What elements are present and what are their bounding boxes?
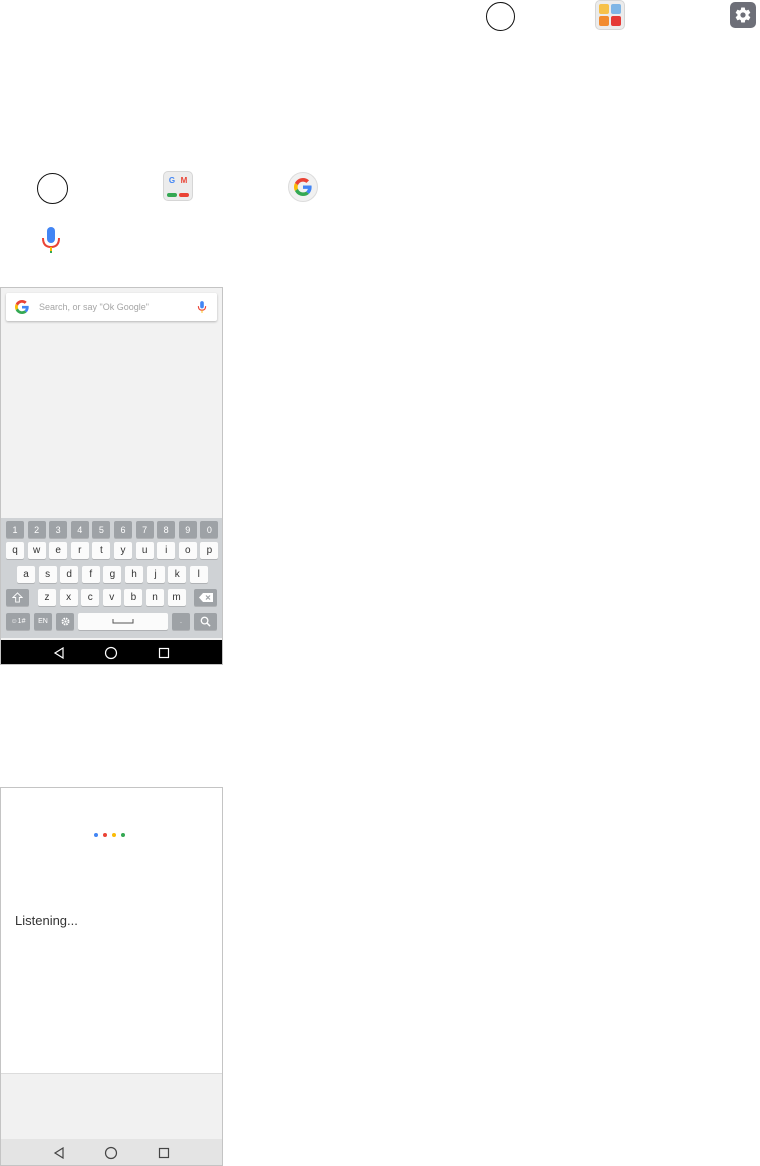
key[interactable]: u [135,542,154,559]
key[interactable]: l [189,566,208,583]
symbols-key[interactable]: ☺1# [6,613,30,630]
key[interactable]: w [27,542,46,559]
back-icon[interactable] [53,1147,65,1159]
microphone-icon[interactable] [197,300,207,314]
shift-icon [12,592,23,603]
keyboard-settings-key[interactable] [56,613,74,630]
key[interactable]: 4 [70,521,89,538]
google-apps-folder-icon[interactable]: G M [163,171,193,201]
period-key[interactable]: . [172,613,190,630]
key[interactable]: z [38,589,56,606]
letter-row-3: zxcvbnm [1,589,222,609]
back-icon[interactable] [53,647,65,659]
backspace-key[interactable] [194,589,217,606]
settings-gear-icon[interactable] [730,2,756,28]
key[interactable]: 0 [200,521,219,538]
google-logo-icon[interactable] [288,172,318,202]
key[interactable]: 5 [92,521,111,538]
key[interactable]: h [125,566,143,583]
space-key[interactable] [78,613,168,630]
navigation-bar [1,640,222,664]
phone-listening-screen: Listening... [0,787,223,1166]
key[interactable]: k [168,566,187,583]
language-key[interactable]: EN [34,613,52,630]
letter-row-2: asdfghjkl [1,566,222,586]
key[interactable]: v [102,589,121,606]
dot-green [121,833,125,837]
key[interactable]: 9 [178,521,197,538]
dot-red [103,833,107,837]
key[interactable]: g [103,566,122,583]
key[interactable]: y [114,542,132,559]
key[interactable]: a [17,566,35,583]
key[interactable]: p [200,542,219,559]
listening-status: Listening... [15,913,78,928]
dot-yellow [112,833,116,837]
key[interactable]: e [49,542,68,559]
key[interactable]: j [146,566,165,583]
recents-icon[interactable] [158,647,170,659]
key[interactable]: 2 [27,521,46,538]
key[interactable]: i [157,542,176,559]
number-row: 1234567890 [1,521,222,541]
key[interactable]: f [81,566,100,583]
key[interactable]: t [92,542,111,559]
home-icon[interactable] [104,1146,118,1160]
key[interactable]: d [60,566,79,583]
key[interactable]: 6 [114,521,132,538]
dot-blue [94,833,98,837]
key[interactable]: m [167,589,186,606]
key[interactable]: 7 [135,521,154,538]
app-folder-icon[interactable] [595,0,625,30]
letter-row-1: qwertyuiop [1,542,222,562]
google-search-bar[interactable]: Search, or say "Ok Google" [6,293,217,321]
key[interactable]: r [70,542,89,559]
key[interactable]: n [146,589,164,606]
key[interactable]: b [124,589,143,606]
bottom-key-row: ☺1# EN . [1,613,222,633]
backspace-icon [198,593,213,602]
keyboard: 1234567890 qwertyuiop asdfghjkl zxcvbnm … [1,518,222,638]
key[interactable]: q [6,542,24,559]
search-placeholder[interactable]: Search, or say "Ok Google" [39,302,197,312]
search-icon [200,616,211,627]
phone-search-screen: Search, or say "Ok Google" 1234567890 qw… [0,287,223,665]
circle-icon[interactable] [486,2,515,31]
key[interactable]: s [38,566,57,583]
key[interactable]: o [178,542,197,559]
google-logo-icon [15,300,29,314]
bottom-panel [1,1073,222,1139]
key[interactable]: x [59,589,78,606]
recents-icon[interactable] [158,1147,170,1159]
google-voice-dots [94,833,125,837]
microphone-icon[interactable] [40,225,62,260]
key[interactable]: 8 [157,521,176,538]
key[interactable]: 3 [49,521,68,538]
navigation-bar [1,1139,222,1165]
key[interactable]: 1 [6,521,24,538]
shift-key[interactable] [6,589,29,606]
search-key[interactable] [194,613,217,630]
key[interactable]: c [81,589,100,606]
gear-icon [61,617,69,626]
home-icon[interactable] [104,646,118,660]
circle-icon[interactable] [37,173,68,204]
space-bar-icon [112,619,134,624]
